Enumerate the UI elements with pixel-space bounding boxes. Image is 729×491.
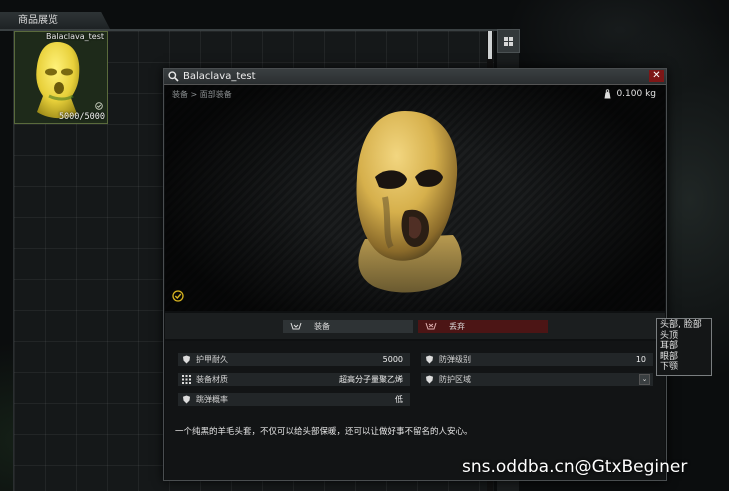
stat-label: 防弹级别 xyxy=(439,355,471,364)
item-3d-viewer[interactable]: 装备 > 面部装备 0.100 kg xyxy=(165,85,665,311)
stash-item-balaclava[interactable]: Balaclava_test 5000/5000 xyxy=(14,31,108,124)
stat-value: 10 xyxy=(635,355,646,364)
stat-armor-durability: 护甲耐久 5000 xyxy=(178,353,410,366)
grid-view-button[interactable] xyxy=(497,29,520,53)
shield-icon xyxy=(183,395,190,404)
shield-icon xyxy=(426,375,433,384)
item-durability-label: 5000/5000 xyxy=(58,112,105,122)
stash-header-tab[interactable]: 商品展览 xyxy=(0,12,110,29)
stat-material: 装备材质 超高分子量聚乙烯 xyxy=(178,373,410,386)
equip-label: 装备 xyxy=(314,322,330,331)
weight-value: 0.100 kg xyxy=(616,89,656,99)
watermark: sns.oddba.cn@GtxBeginer xyxy=(462,457,688,477)
item-name-label: Balaclava_test xyxy=(45,32,104,41)
discard-button[interactable]: 丢弃 xyxy=(418,320,548,333)
stat-label: 防护区域 xyxy=(439,375,471,384)
balaclava-model xyxy=(356,111,462,293)
tooltip-line: 眼部 xyxy=(660,351,679,362)
stash-scroll-thumb[interactable] xyxy=(488,31,492,59)
stat-value: 低 xyxy=(395,395,403,404)
equip-icon xyxy=(290,322,302,330)
stash-title: 商品展览 xyxy=(18,15,58,26)
shield-icon xyxy=(426,355,433,364)
grid-icon xyxy=(504,36,513,46)
material-grid-icon xyxy=(182,375,191,384)
stat-value: 5000 xyxy=(382,355,403,364)
stat-label: 护甲耐久 xyxy=(196,355,228,364)
tooltip-line: 头顶 xyxy=(660,330,679,341)
protection-zone-dropdown-button[interactable]: ⌄ xyxy=(639,374,650,385)
equip-button[interactable]: 装备 xyxy=(283,320,413,333)
protection-zone-tooltip: 头部, 脸部 头顶 耳部 眼部 下颚 xyxy=(656,318,712,376)
tooltip-line: 耳部 xyxy=(660,341,679,351)
item-inspect-window: Balaclava_test ✕ 装备 > 面部装备 0.100 kg 装备 丢… xyxy=(163,68,667,481)
stat-value: 超高分子量聚乙烯 xyxy=(339,375,403,384)
stat-protection-zone[interactable]: 防护区域 ⌄ xyxy=(421,373,653,386)
magnifier-icon xyxy=(168,71,179,82)
window-title: Balaclava_test xyxy=(183,71,256,82)
weight-icon xyxy=(604,89,611,99)
found-in-raid-check-icon xyxy=(172,290,184,302)
stat-armor-class: 防弹级别 10 xyxy=(421,353,653,366)
close-button[interactable]: ✕ xyxy=(649,70,664,82)
stat-label: 装备材质 xyxy=(196,375,228,384)
stat-label: 跳弹概率 xyxy=(196,395,228,404)
discard-label: 丢弃 xyxy=(449,322,465,331)
item-description: 一个纯黑的羊毛头套，不仅可以给头部保暖，还可以让做好事不留名的人安心。 xyxy=(175,427,473,437)
chevron-down-icon: ⌄ xyxy=(641,375,648,383)
balaclava-thumbnail xyxy=(36,42,80,119)
window-titlebar[interactable]: Balaclava_test ✕ xyxy=(164,69,666,85)
found-in-raid-check-icon xyxy=(95,102,103,110)
tooltip-line: 下颚 xyxy=(660,362,679,372)
stat-ricochet: 跳弹概率 低 xyxy=(178,393,410,406)
shield-icon xyxy=(183,355,190,364)
tooltip-line: 头部, 脸部 xyxy=(660,320,702,330)
category-breadcrumb: 装备 > 面部装备 xyxy=(172,90,232,99)
weight-display: 0.100 kg xyxy=(603,89,656,99)
discard-icon xyxy=(425,322,437,330)
action-bar: 装备 丢弃 xyxy=(165,313,665,339)
